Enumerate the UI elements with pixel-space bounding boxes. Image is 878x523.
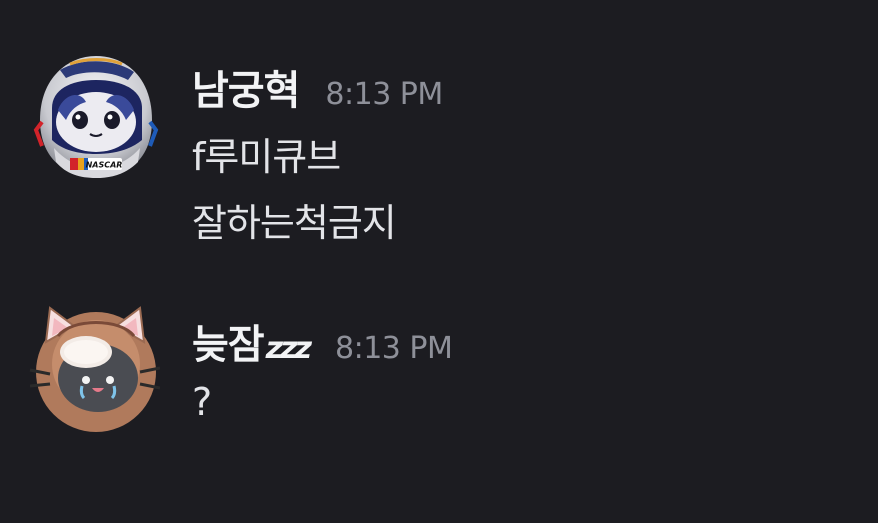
message-text: ? [192,380,212,424]
message-text: 잘하는척금지 [192,201,397,245]
username[interactable]: 남궁혁 [192,58,300,116]
user-avatar[interactable] [28,302,160,434]
svg-text:NASCAR: NASCAR [86,161,123,170]
message-header: 남궁혁 8:13 PM [192,58,443,116]
username-suffix: zzz [265,331,312,366]
message-header: 늦잠 zzz 8:13 PM [192,312,453,370]
username[interactable]: 늦잠 [192,312,265,370]
cat-costume-avatar-icon [29,306,160,432]
timestamp: 8:13 PM [335,331,453,366]
timestamp: 8:13 PM [325,77,443,112]
message-text: f루미큐브 [192,135,341,179]
nascar-helmet-avatar-icon: NASCAR [33,56,159,178]
user-avatar[interactable]: NASCAR [30,50,162,182]
